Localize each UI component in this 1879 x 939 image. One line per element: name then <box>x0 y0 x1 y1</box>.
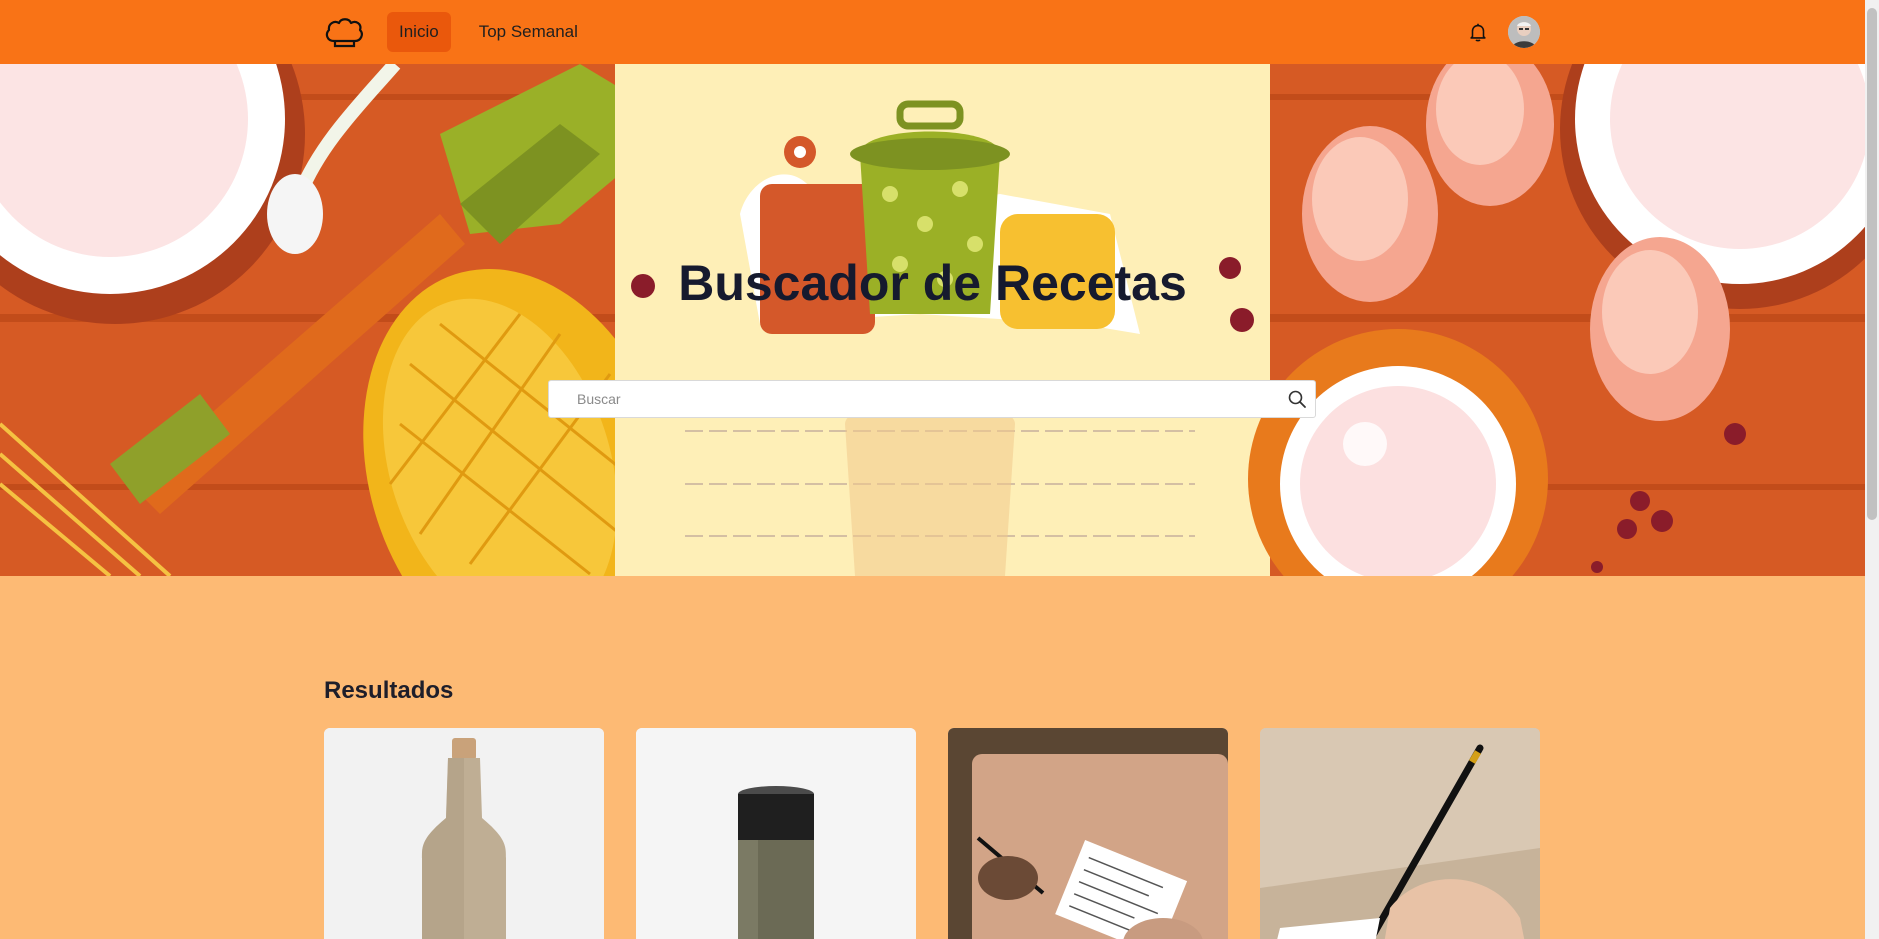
result-card[interactable] <box>636 728 916 939</box>
search-box <box>548 380 1316 418</box>
navbar-inner: Inicio Top Semanal <box>324 0 1540 64</box>
result-card[interactable] <box>948 728 1228 939</box>
scrollbar-thumb[interactable] <box>1867 8 1877 520</box>
user-avatar[interactable] <box>1508 16 1540 48</box>
hero-banner: Buscador de Recetas <box>0 64 1865 576</box>
result-card[interactable] <box>324 728 604 939</box>
search-input[interactable] <box>549 381 1269 417</box>
results-title: Resultados <box>324 677 454 704</box>
pen-in-hand-image <box>1260 728 1540 939</box>
bell-icon[interactable] <box>1464 18 1492 46</box>
page-scrollbar[interactable] <box>1865 0 1879 939</box>
chef-hat-icon[interactable] <box>324 14 364 50</box>
nav-link-inicio[interactable]: Inicio <box>387 12 451 52</box>
search-icon[interactable] <box>1287 389 1307 409</box>
page-title: Buscador de Recetas <box>678 255 1187 311</box>
kitchen-illustration <box>0 64 1865 576</box>
results-grid <box>324 728 1540 939</box>
result-card[interactable] <box>1260 728 1540 939</box>
navbar-right <box>1464 16 1540 48</box>
notebook-writing-image <box>948 728 1228 939</box>
nav-link-top-semanal[interactable]: Top Semanal <box>467 12 590 52</box>
top-navbar: Inicio Top Semanal <box>0 0 1865 64</box>
travel-mug-image <box>636 728 916 939</box>
ceramic-bottle-image <box>324 728 604 939</box>
